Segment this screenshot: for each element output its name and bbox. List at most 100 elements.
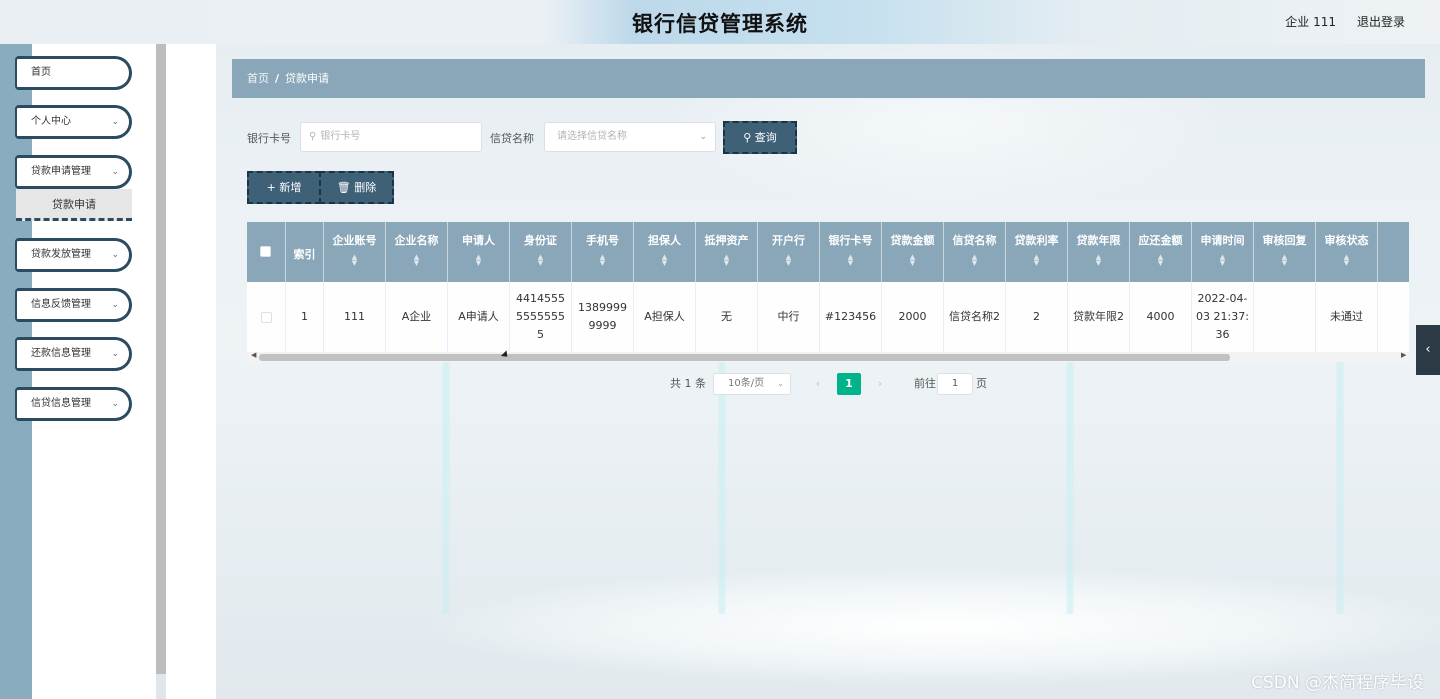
table-cell: #123456	[820, 282, 882, 352]
card-number-input[interactable]: ⚲ 银行卡号	[300, 122, 482, 152]
goto-page-input[interactable]: 1	[937, 373, 973, 395]
chevron-right-icon: ›	[877, 377, 883, 390]
sidebar-panel	[32, 44, 156, 699]
table-cell: 2000	[882, 282, 944, 352]
sort-icon: ▲ ▼	[1157, 253, 1164, 267]
menu-item-loan-application[interactable]: 贷款申请管理 ⌄	[15, 155, 132, 189]
chevron-left-icon: ‹	[1425, 342, 1431, 357]
column-header[interactable]: 申请人 ▲ ▼	[448, 222, 510, 282]
page-number-button[interactable]: 1	[837, 373, 861, 395]
select-all-checkbox[interactable]	[260, 246, 271, 257]
sort-icon: ▲ ▼	[1033, 253, 1040, 267]
decor-pillar	[1336, 334, 1344, 614]
table-cell: 未通过	[1316, 282, 1378, 352]
menu-item-loan-disbursement[interactable]: 贷款发放管理 ⌄	[15, 238, 132, 272]
menu-item-credit-info[interactable]: 信贷信息管理 ⌄	[15, 387, 132, 421]
menu-item-home[interactable]: 首页	[15, 56, 132, 90]
next-page-button[interactable]: ›	[868, 373, 892, 395]
search-icon: ⚲	[743, 131, 752, 144]
column-header[interactable]: 开户行 ▲ ▼	[758, 222, 820, 282]
submenu-item-loan-apply[interactable]: 贷款申请	[16, 189, 132, 221]
column-header[interactable]: 申请时间 ▲ ▼	[1192, 222, 1254, 282]
scroll-right-icon[interactable]: ▶	[1401, 351, 1406, 359]
sort-icon: ▲ ▼	[661, 253, 668, 267]
sort-icon: ▲ ▼	[909, 253, 916, 267]
row-select-cell[interactable]	[247, 282, 286, 352]
watermark: CSDN @杰简程序毕设	[1251, 673, 1424, 693]
breadcrumb: 首页 / 贷款申请	[232, 59, 1425, 98]
column-header[interactable]: 抵押资产 ▲ ▼	[696, 222, 758, 282]
menu-label: 贷款申请管理	[31, 166, 91, 177]
column-header[interactable]: 信贷名称 ▲ ▼	[944, 222, 1006, 282]
table-cell: 13899999999	[572, 282, 634, 352]
menu-item-feedback[interactable]: 信息反馈管理 ⌄	[15, 288, 132, 322]
column-header[interactable]: 手机号 ▲ ▼	[572, 222, 634, 282]
top-header: 银行信贷管理系统 企业 111 退出登录	[0, 0, 1440, 44]
breadcrumb-home[interactable]: 首页	[247, 72, 269, 85]
card-number-placeholder: 银行卡号	[320, 131, 361, 142]
column-header[interactable]: 企业账号 ▲ ▼	[324, 222, 386, 282]
column-header[interactable]: 担保人 ▲ ▼	[634, 222, 696, 282]
column-header: 索引	[286, 222, 324, 282]
current-user: 企业 111	[1285, 15, 1336, 29]
table-cell: 2	[1006, 282, 1068, 352]
menu-label: 个人中心	[31, 116, 71, 127]
page-suffix: 页	[976, 377, 987, 390]
sort-icon: ▲ ▼	[1095, 253, 1102, 267]
table-header: 索引 企业账号 ▲ ▼ 企业名称 ▲ ▼ 申请人 ▲ ▼ 身份证 ▲ ▼ 手机号 ▲ ▼ 担保人 ▲ ▼…	[247, 222, 1409, 282]
chevron-down-icon: ⌄	[777, 379, 784, 388]
column-header[interactable]: 审核回复 ▲ ▼	[1254, 222, 1316, 282]
chevron-down-icon: ⌄	[111, 349, 119, 359]
logout-link[interactable]: 退出登录	[1357, 13, 1405, 30]
table-cell: 贷款年限2	[1068, 282, 1130, 352]
credit-name-select[interactable]: 请选择信贷名称 ⌄	[544, 122, 716, 152]
sort-icon: ▲ ▼	[785, 253, 792, 267]
row-checkbox[interactable]	[260, 311, 272, 323]
sort-icon: ▲ ▼	[1281, 253, 1288, 267]
card-number-label: 银行卡号	[247, 132, 291, 145]
menu-label: 还款信息管理	[31, 348, 91, 359]
table-cell: A申请人	[448, 282, 510, 352]
data-table: 索引 企业账号 ▲ ▼ 企业名称 ▲ ▼ 申请人 ▲ ▼ 身份证 ▲ ▼ 手机号 ▲ ▼ 担保人 ▲ ▼…	[247, 222, 1409, 362]
sort-icon: ▲ ▼	[475, 253, 482, 267]
column-header[interactable]: 贷款年限 ▲ ▼	[1068, 222, 1130, 282]
column-header[interactable]: 贷款利率 ▲ ▼	[1006, 222, 1068, 282]
column-header[interactable]: 贷款金额 ▲ ▼	[882, 222, 944, 282]
sort-icon: ▲ ▼	[847, 253, 854, 267]
column-header[interactable]: 企业名称 ▲ ▼	[386, 222, 448, 282]
scrollbar-thumb[interactable]	[259, 354, 1230, 361]
sidebar-gap	[166, 44, 216, 699]
collapse-panel-tab[interactable]: ‹	[1416, 325, 1440, 375]
table-cell: 中行	[758, 282, 820, 352]
table-cell: 441455555555555	[510, 282, 572, 352]
sort-icon: ▲ ▼	[599, 253, 606, 267]
menu-label: 首页	[31, 67, 51, 78]
scroll-left-icon[interactable]: ◀	[251, 351, 256, 359]
column-header[interactable]: 银行卡号 ▲ ▼	[820, 222, 882, 282]
search-icon: ⚲	[309, 131, 317, 142]
page-size-select[interactable]: 10条/页 ⌄	[713, 373, 791, 395]
sort-icon: ▲ ▼	[1343, 253, 1350, 267]
column-header[interactable]: 身份证 ▲ ▼	[510, 222, 572, 282]
column-header[interactable]: 应还金额 ▲ ▼	[1130, 222, 1192, 282]
sidebar-scrollbar[interactable]	[156, 44, 166, 674]
sort-icon: ▲ ▼	[537, 253, 544, 267]
sidebar-background	[0, 44, 32, 699]
app-title: 银行信贷管理系统	[632, 12, 808, 36]
header-select-all[interactable]	[247, 222, 286, 282]
menu-label: 信息反馈管理	[31, 299, 91, 310]
menu-item-personal-center[interactable]: 个人中心 ⌄	[15, 105, 132, 139]
add-button[interactable]: + 新增	[247, 171, 321, 204]
prev-page-button[interactable]: ‹	[806, 373, 830, 395]
column-header[interactable]: 审核状态 ▲ ▼	[1316, 222, 1378, 282]
table-cell: A担保人	[634, 282, 696, 352]
menu-item-repayment[interactable]: 还款信息管理 ⌄	[15, 337, 132, 371]
table-cell: 111	[324, 282, 386, 352]
delete-button[interactable]: 🗑 删除	[319, 171, 394, 204]
chevron-down-icon: ⌄	[699, 132, 707, 142]
menu-label: 贷款发放管理	[31, 249, 91, 260]
query-button[interactable]: ⚲ 查询	[723, 121, 797, 154]
sort-icon: ▲ ▼	[413, 253, 420, 267]
table-cell: 信贷名称2	[944, 282, 1006, 352]
delete-button-label: 删除	[354, 181, 377, 194]
